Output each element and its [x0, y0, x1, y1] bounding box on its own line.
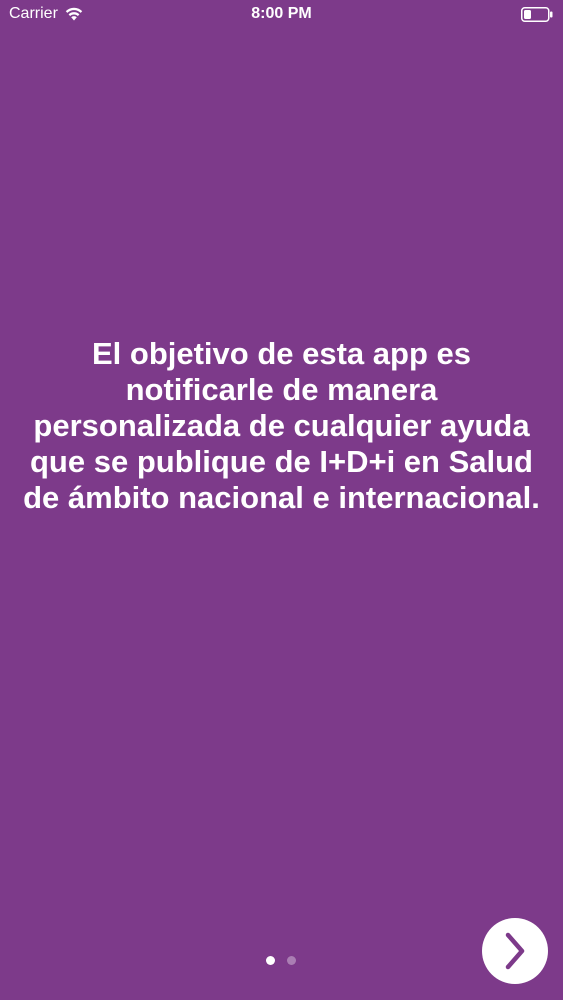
page-indicator[interactable]	[266, 956, 296, 965]
battery-icon	[521, 7, 553, 22]
status-time: 8:00 PM	[251, 5, 312, 22]
onboarding-message: El objetivo de esta app es notificarle d…	[23, 336, 540, 515]
page-dot-active[interactable]	[266, 956, 275, 965]
page-dot[interactable]	[287, 956, 296, 965]
next-button[interactable]	[482, 918, 548, 984]
status-bar: Carrier 8:00 PM	[0, 0, 563, 30]
chevron-right-icon	[505, 932, 525, 970]
